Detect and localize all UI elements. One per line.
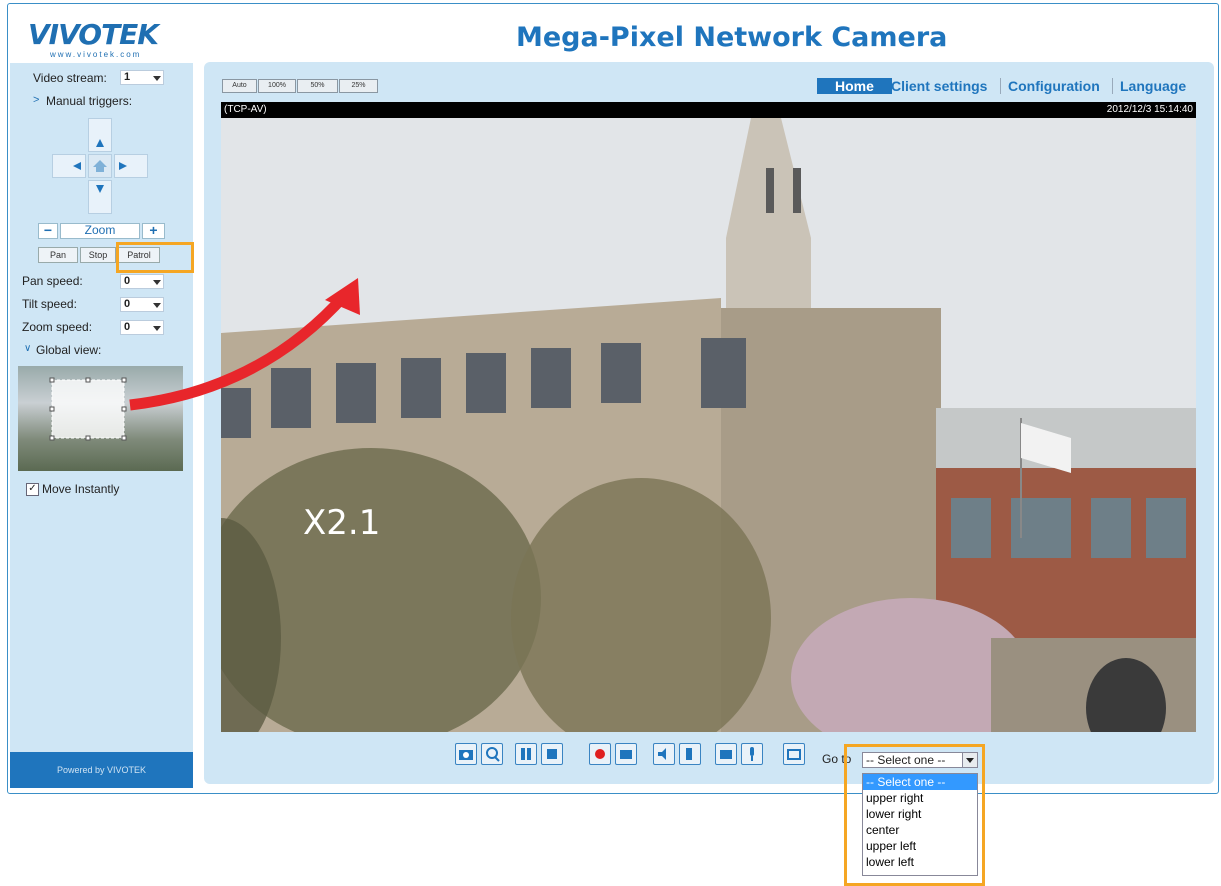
digital-zoom-button[interactable] bbox=[481, 743, 503, 765]
fullscreen-button[interactable] bbox=[783, 743, 805, 765]
record-button[interactable] bbox=[589, 743, 611, 765]
upload-icon bbox=[720, 750, 732, 759]
nav-language[interactable]: Language bbox=[1120, 78, 1186, 94]
fullscreen-icon bbox=[787, 749, 801, 760]
microphone-icon bbox=[750, 747, 754, 761]
vivotek-logo: VIVOTEK www.vivotek.com bbox=[28, 14, 178, 62]
pan-left-button[interactable] bbox=[52, 154, 86, 178]
zoom-in-button[interactable]: + bbox=[142, 223, 165, 239]
manual-trigger-icon bbox=[620, 750, 632, 759]
arrow-left-icon bbox=[73, 162, 81, 170]
arrow-right-icon bbox=[119, 162, 127, 170]
talk-button[interactable] bbox=[679, 743, 701, 765]
camera-snapshot-icon bbox=[459, 750, 473, 760]
camera-scene bbox=[221, 118, 1196, 732]
video-stream-value: 1 bbox=[124, 71, 131, 83]
tilt-up-button[interactable] bbox=[88, 118, 112, 152]
pause-button[interactable] bbox=[515, 743, 537, 765]
manual-triggers-link[interactable]: Manual triggers: bbox=[46, 94, 132, 108]
tilt-speed-label: Tilt speed: bbox=[22, 297, 77, 311]
patrol-highlight-box bbox=[116, 242, 194, 273]
home-position-button[interactable] bbox=[88, 154, 112, 178]
volume-icon bbox=[658, 748, 666, 760]
view-size-100-button[interactable]: 100% bbox=[258, 79, 296, 93]
video-stream-select[interactable]: 1 bbox=[120, 70, 164, 85]
zoom-out-button[interactable]: − bbox=[38, 223, 58, 239]
red-arrow-annotation bbox=[129, 278, 360, 411]
protocol-label: (TCP-AV) bbox=[224, 104, 267, 115]
timestamp: 2012/12/3 15:14:40 bbox=[1106, 104, 1193, 115]
pan-speed-label: Pan speed: bbox=[22, 274, 83, 288]
pan-button[interactable]: Pan bbox=[38, 247, 78, 263]
stop-icon bbox=[547, 749, 557, 759]
video-stream-label: Video stream: bbox=[33, 71, 107, 85]
logo-wordmark: VIVOTEK bbox=[28, 18, 159, 51]
upload-button[interactable] bbox=[715, 743, 737, 765]
view-size-50-button[interactable]: 50% bbox=[297, 79, 338, 93]
stop-stream-button[interactable] bbox=[541, 743, 563, 765]
move-instantly-checkbox[interactable]: ✓ bbox=[26, 483, 39, 496]
nav-configuration[interactable]: Configuration bbox=[1008, 78, 1100, 94]
pause-icon bbox=[521, 748, 531, 760]
microphone-button[interactable] bbox=[741, 743, 763, 765]
zoom-control: − Zoom + bbox=[38, 223, 165, 239]
arrow-down-icon bbox=[96, 185, 104, 193]
live-video-view[interactable]: X2.1 bbox=[221, 118, 1196, 732]
digital-zoom-icon bbox=[486, 747, 500, 762]
powered-by-footer: Powered by VIVOTEK bbox=[10, 752, 193, 788]
preset-highlight-box bbox=[844, 744, 985, 886]
view-size-auto-button[interactable]: Auto bbox=[222, 79, 257, 93]
home-icon bbox=[93, 160, 107, 172]
video-status-bar: (TCP-AV) 2012/12/3 15:14:40 bbox=[221, 102, 1196, 118]
view-size-25-button[interactable]: 25% bbox=[339, 79, 378, 93]
snapshot-button[interactable] bbox=[455, 743, 477, 765]
talk-icon bbox=[686, 748, 692, 760]
ptz-control-pad bbox=[52, 118, 148, 214]
move-instantly-label: Move Instantly bbox=[42, 482, 120, 496]
record-icon bbox=[595, 749, 605, 759]
zoom-label: Zoom bbox=[60, 223, 140, 239]
tilt-down-button[interactable] bbox=[88, 180, 112, 214]
collapse-arrow-icon[interactable]: ∨ bbox=[24, 343, 31, 354]
nav-separator bbox=[1000, 78, 1001, 94]
nav-home[interactable]: Home bbox=[817, 78, 892, 94]
pan-right-button[interactable] bbox=[114, 154, 148, 178]
arrow-up-icon bbox=[96, 139, 104, 147]
nav-separator bbox=[1112, 78, 1113, 94]
global-view-label: Global view: bbox=[36, 343, 102, 357]
volume-button[interactable] bbox=[653, 743, 675, 765]
zoom-factor-overlay: X2.1 bbox=[303, 503, 381, 543]
logo-url: www.vivotek.com bbox=[50, 50, 142, 59]
chevron-down-icon bbox=[153, 76, 161, 81]
stop-button[interactable]: Stop bbox=[80, 247, 116, 263]
expand-arrow-icon[interactable]: > bbox=[33, 94, 39, 106]
page-title: Mega-Pixel Network Camera bbox=[516, 22, 948, 53]
zoom-speed-label: Zoom speed: bbox=[22, 320, 93, 334]
manual-trigger-button[interactable] bbox=[615, 743, 637, 765]
nav-client-settings[interactable]: Client settings bbox=[891, 78, 987, 94]
